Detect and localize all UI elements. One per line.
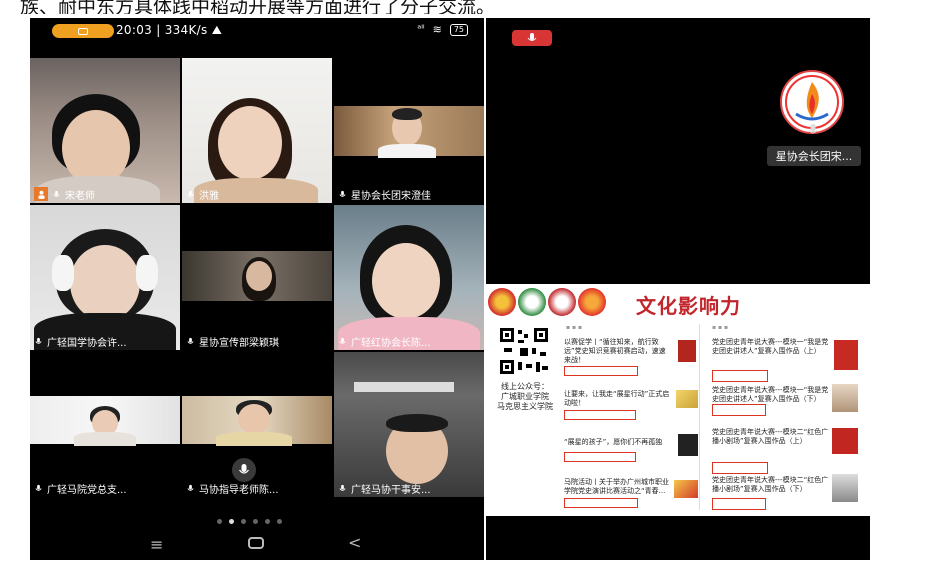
- microphone-icon: [808, 122, 818, 136]
- column-divider: [699, 324, 700, 510]
- page-dot-active[interactable]: [229, 519, 234, 524]
- status-bar: 20:03 | 334K/s ⛰ ᵃˡˡ ≋ 75: [30, 18, 484, 44]
- home-icon[interactable]: [248, 537, 264, 549]
- participant-name: 宋老师: [65, 190, 95, 202]
- host-icon: [34, 187, 48, 201]
- article-item[interactable]: 党史团史青年说大赛---模块一“我是党史团史讲述人”复赛入围作品（上）: [712, 338, 830, 366]
- video-tile[interactable]: 洪雅: [182, 58, 332, 203]
- highlight-box: [712, 404, 766, 416]
- mic-icon: [187, 337, 194, 344]
- article-thumbnail[interactable]: [676, 390, 698, 408]
- shared-screen-bottom: [486, 516, 870, 560]
- mic-icon: [35, 337, 42, 344]
- shared-slide: 文化影响力 线上公众号： 广城职业学院 马克思主义学院 ▪ ▪ ▪ 以赛促学丨“…: [486, 286, 870, 516]
- microphone-icon: [527, 33, 537, 41]
- participant-name: 马协指导老师陈...: [199, 484, 279, 496]
- mic-icon: [53, 190, 60, 197]
- participant-name: 星协宣传部梁颖琪: [199, 337, 279, 349]
- mic-icon: [187, 484, 194, 491]
- article-thumbnail[interactable]: [832, 384, 858, 412]
- party-emblem-icon: [488, 288, 516, 316]
- microphone-icon: [239, 464, 249, 474]
- slide-header: 文化影响力: [486, 286, 870, 320]
- article-item[interactable]: 党史团史青年说大赛---模块二“红色广播小剧场”复赛入围作品（上）: [712, 428, 830, 446]
- school-emblem-icon: [518, 288, 546, 316]
- speaker-label: 星协会长团宋...: [767, 146, 861, 166]
- camera-indicator: [52, 24, 114, 38]
- article-thumbnail[interactable]: [678, 434, 698, 456]
- highlight-box: [564, 410, 636, 420]
- battery-icon: 75: [449, 23, 468, 36]
- mic-icon: [339, 484, 346, 491]
- video-tile[interactable]: 星协宣传部梁颖琪: [182, 205, 332, 350]
- signal-icon: ᵃˡˡ: [417, 24, 425, 35]
- qr-code-icon[interactable]: [498, 326, 550, 376]
- shared-screen-top: 星协会长团宋...: [486, 18, 870, 284]
- menu-icon[interactable]: ≡: [150, 535, 163, 554]
- article-thumbnail[interactable]: [678, 340, 696, 362]
- participant-name: 广轻红协会长陈...: [351, 337, 431, 349]
- flame-emblem-icon: [578, 288, 606, 316]
- video-tile[interactable]: 广轻马协干事安...: [334, 352, 484, 497]
- camera-icon: [78, 27, 88, 35]
- article-item[interactable]: 党史团史青年说大赛---模块一“我是党史团史讲述人”复赛入围作品（下）: [712, 386, 830, 404]
- page-dot[interactable]: [217, 519, 222, 524]
- nav-bar: ≡ <: [30, 533, 484, 560]
- video-tile[interactable]: 广轻红协会长陈...: [334, 205, 484, 350]
- article-thumbnail[interactable]: [674, 480, 698, 498]
- page-dot[interactable]: [265, 519, 270, 524]
- video-tile[interactable]: 马协指导老师陈...: [182, 352, 332, 497]
- highlight-box: [564, 366, 638, 376]
- video-tile[interactable]: 星协会长团宋澄佳: [334, 58, 484, 203]
- wifi-icon: ≋: [432, 23, 442, 36]
- video-tile[interactable]: 广轻马院党总支...: [30, 352, 180, 497]
- status-time: 20:03: [116, 23, 153, 37]
- page-dot[interactable]: [277, 519, 282, 524]
- article-item[interactable]: 让要来，让我走“展星行动”正式启动啦！: [564, 390, 672, 410]
- qr-caption: 线上公众号： 广城职业学院 马克思主义学院: [497, 382, 553, 411]
- video-tile[interactable]: 宋老师: [30, 58, 180, 203]
- video-call-screen: 20:03 | 334K/s ⛰ ᵃˡˡ ≋ 75 宋老师 洪雅 星协会长团宋澄…: [30, 18, 484, 560]
- article-item[interactable]: “展星的孩子”，愿你们不再孤独: [564, 438, 672, 450]
- participant-name: 星协会长团宋澄佳: [351, 190, 431, 202]
- document-caption: 族、耐中东方具体践中稻动开展等方面进行了分子交流。: [20, 0, 496, 14]
- mute-button[interactable]: [512, 30, 552, 46]
- participant-name: 洪雅: [199, 190, 219, 202]
- article-item[interactable]: 以赛促学丨“循往知来，航行致远”党史知识竞赛初赛启动，速速来战！: [564, 338, 672, 366]
- mic-icon: [339, 337, 346, 344]
- highlight-box: [712, 370, 768, 382]
- highlight-box: [564, 498, 638, 508]
- nfc-icon: ⛰: [211, 23, 223, 37]
- highlight-box: [564, 452, 636, 462]
- page-dot[interactable]: [253, 519, 258, 524]
- floating-mic-button[interactable]: [232, 458, 256, 482]
- section-label: ▪ ▪ ▪: [566, 324, 583, 331]
- participant-name: 广轻国学协会许...: [47, 337, 127, 349]
- status-speed: 334K/s: [164, 23, 208, 37]
- article-thumbnail[interactable]: [834, 340, 858, 370]
- college-emblem-icon: [548, 288, 576, 316]
- mic-icon: [339, 190, 346, 197]
- slide-title: 文化影响力: [636, 294, 741, 318]
- article-item[interactable]: 马院活动丨关于举办广州城市职业学院党史演讲比赛活动之“青春...: [564, 478, 672, 498]
- participant-name: 广轻马协干事安...: [351, 484, 431, 496]
- page-indicator[interactable]: [217, 519, 282, 524]
- page-dot[interactable]: [241, 519, 246, 524]
- highlight-box: [712, 462, 768, 474]
- article-thumbnail[interactable]: [832, 428, 858, 454]
- back-icon[interactable]: <: [348, 533, 361, 552]
- section-label: ▪ ▪ ▪: [712, 324, 729, 331]
- highlight-box: [712, 498, 766, 510]
- article-item[interactable]: 党史团史青年说大赛---模块二“红色广播小剧场”复赛入围作品（下）: [712, 476, 830, 494]
- mic-icon: [187, 190, 194, 197]
- mic-icon: [35, 484, 42, 491]
- participant-name: 广轻马院党总支...: [47, 484, 127, 496]
- video-tile[interactable]: 广轻国学协会许...: [30, 205, 180, 350]
- article-thumbnail[interactable]: [832, 474, 858, 502]
